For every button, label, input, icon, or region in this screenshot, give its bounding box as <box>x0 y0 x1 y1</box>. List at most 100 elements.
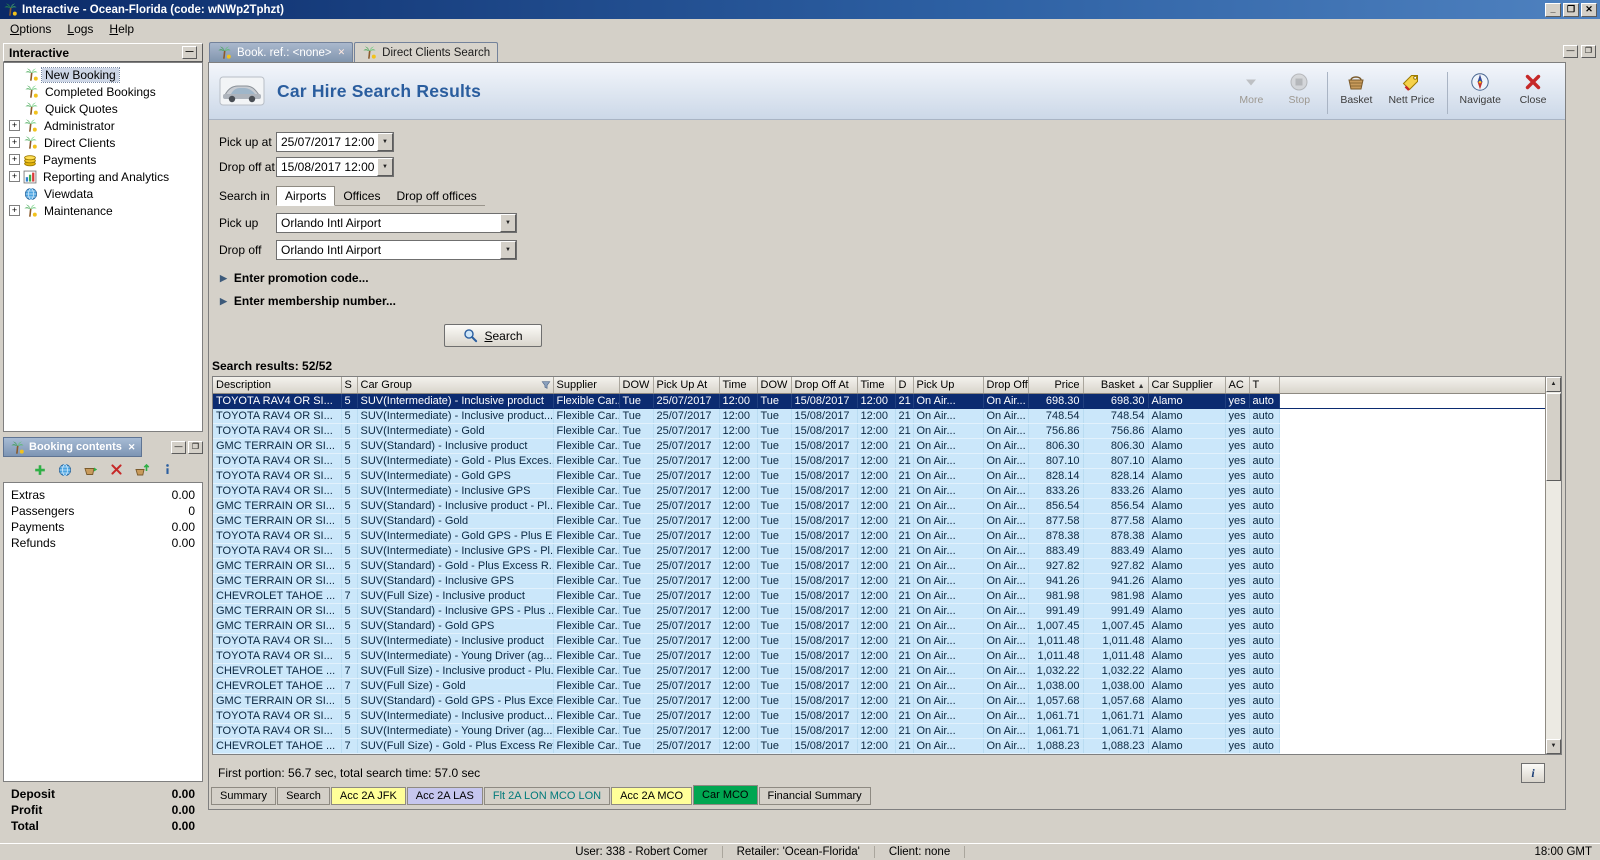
search-button[interactable]: Search <box>444 324 542 347</box>
nett-price-button[interactable]: Nett Price <box>1384 69 1438 106</box>
menu-item-options[interactable]: Options <box>2 21 59 37</box>
menu-item-logs[interactable]: Logs <box>59 21 101 37</box>
dropoff-location-select[interactable]: Orlando Intl Airport ▼ <box>276 240 517 260</box>
column-header-time[interactable]: Time <box>719 377 757 393</box>
column-header-drop-off-at[interactable]: Drop Off At <box>791 377 857 393</box>
result-row[interactable]: TOYOTA RAV4 OR SI...5SUV(Intermediate) -… <box>213 723 1545 738</box>
expand-icon[interactable]: + <box>9 171 20 182</box>
result-row[interactable]: CHEVROLET TAHOE ...7SUV(Full Size) - Gol… <box>213 738 1545 753</box>
column-header-price[interactable]: Price <box>1028 377 1083 393</box>
close-button[interactable]: Close <box>1513 69 1553 106</box>
collapse-panel-icon[interactable]: — <box>182 46 197 59</box>
sidebar-item-direct-clients[interactable]: +Direct Clients <box>4 134 202 151</box>
info-button[interactable]: i <box>1521 763 1545 783</box>
column-header-pick-up-at[interactable]: Pick Up At <box>653 377 719 393</box>
column-header-car-supplier[interactable]: Car Supplier <box>1148 377 1225 393</box>
column-header-supplier[interactable]: Supplier <box>553 377 619 393</box>
bottom-tab-car-mco[interactable]: Car MCO <box>693 785 757 805</box>
expand-icon[interactable]: + <box>9 205 20 216</box>
column-header-ac[interactable]: AC <box>1225 377 1249 393</box>
booking-toolbar-plus-icon[interactable] <box>33 463 47 477</box>
column-header-basket[interactable]: Basket▲ <box>1083 377 1148 393</box>
result-row[interactable]: TOYOTA RAV4 OR SI...5SUV(Intermediate) -… <box>213 468 1545 483</box>
sidebar-item-viewdata[interactable]: Viewdata <box>4 185 202 202</box>
tab-direct-clients-search[interactable]: Direct Clients Search <box>354 42 498 62</box>
result-row[interactable]: GMC TERRAIN OR SI...5SUV(Standard) - Gol… <box>213 693 1545 708</box>
result-row[interactable]: TOYOTA RAV4 OR SI...5SUV(Intermediate) -… <box>213 633 1545 648</box>
result-row[interactable]: CHEVROLET TAHOE ...7SUV(Full Size) - Inc… <box>213 588 1545 603</box>
sidebar-item-administrator[interactable]: +Administrator <box>4 117 202 134</box>
booking-toolbar-info-icon[interactable] <box>161 463 174 476</box>
result-row[interactable]: TOYOTA RAV4 OR SI...5SUV(Intermediate) -… <box>213 648 1545 663</box>
search-in-option-airports[interactable]: Airports <box>276 186 335 206</box>
bottom-tab-acc-2a-mco[interactable]: Acc 2A MCO <box>611 787 692 805</box>
column-header-pick-up[interactable]: Pick Up <box>913 377 983 393</box>
column-header-dow[interactable]: DOW <box>619 377 653 393</box>
pickup-at-select[interactable]: 25/07/2017 12:00 ▼ <box>276 132 394 152</box>
result-row[interactable]: GMC TERRAIN OR SI...5SUV(Standard) - Inc… <box>213 438 1545 453</box>
close-panel-icon[interactable]: ✕ <box>128 442 136 453</box>
result-row[interactable]: TOYOTA RAV4 OR SI...5SUV(Intermediate) -… <box>213 708 1545 723</box>
result-row[interactable]: TOYOTA RAV4 OR SI...5SUV(Intermediate) -… <box>213 543 1545 558</box>
tab-close-icon[interactable]: ✕ <box>338 47 346 58</box>
sidebar-item-quick-quotes[interactable]: Quick Quotes <box>4 100 202 117</box>
result-row[interactable]: GMC TERRAIN OR SI...5SUV(Standard) - Gol… <box>213 513 1545 528</box>
result-row[interactable]: TOYOTA RAV4 OR SI...5SUV(Intermediate) -… <box>213 528 1545 543</box>
column-header-dow[interactable]: DOW <box>757 377 791 393</box>
result-row[interactable]: TOYOTA RAV4 OR SI...5SUV(Intermediate) -… <box>213 408 1545 423</box>
result-row[interactable]: TOYOTA RAV4 OR SI...5SUV(Intermediate) -… <box>213 453 1545 468</box>
booking-toolbar-delete-icon[interactable] <box>110 463 123 476</box>
result-row[interactable]: GMC TERRAIN OR SI...5SUV(Standard) - Inc… <box>213 498 1545 513</box>
result-row[interactable]: GMC TERRAIN OR SI...5SUV(Standard) - Gol… <box>213 558 1545 573</box>
dropoff-at-select[interactable]: 15/08/2017 12:00 ▼ <box>276 157 394 177</box>
navigate-button[interactable]: Navigate <box>1456 69 1505 106</box>
result-row[interactable]: GMC TERRAIN OR SI...5SUV(Standard) - Inc… <box>213 603 1545 618</box>
column-header-time[interactable]: Time <box>857 377 895 393</box>
result-row[interactable]: CHEVROLET TAHOE ...7SUV(Full Size) - Inc… <box>213 663 1545 678</box>
column-header-t[interactable]: T <box>1249 377 1279 393</box>
sidebar-item-payments[interactable]: +Payments <box>4 151 202 168</box>
sidebar-item-new-booking[interactable]: New Booking <box>4 66 202 83</box>
sidebar-item-reporting-and-analytics[interactable]: +Reporting and Analytics <box>4 168 202 185</box>
maximize-button[interactable]: ❐ <box>1563 3 1579 17</box>
scroll-up-icon[interactable]: ▲ <box>1546 377 1561 392</box>
scrollbar-track[interactable] <box>1546 392 1561 739</box>
bottom-tab-financial-summary[interactable]: Financial Summary <box>759 787 871 805</box>
booking-toolbar-globe-icon[interactable] <box>58 463 72 477</box>
bottom-tab-summary[interactable]: Summary <box>211 787 276 805</box>
booking-toolbar-basket-add-icon[interactable] <box>83 462 99 478</box>
bottom-tab-search[interactable]: Search <box>277 787 330 805</box>
scrollbar-thumb[interactable] <box>1546 393 1561 481</box>
menu-item-help[interactable]: Help <box>101 21 142 37</box>
result-row[interactable]: TOYOTA RAV4 OR SI...5SUV(Intermediate) -… <box>213 423 1545 438</box>
minimize-panel-icon[interactable]: — <box>171 441 186 454</box>
chevron-down-icon[interactable]: ▼ <box>500 214 516 232</box>
expand-icon[interactable]: + <box>9 137 20 148</box>
bottom-tab-acc-2a-jfk[interactable]: Acc 2A JFK <box>331 787 406 805</box>
booking-toolbar-basket-up-icon[interactable] <box>134 462 150 478</box>
mdi-restore-icon[interactable]: ❐ <box>1581 45 1596 58</box>
chevron-down-icon[interactable]: ▼ <box>500 241 516 259</box>
scroll-down-icon[interactable]: ▼ <box>1546 739 1561 754</box>
result-row[interactable]: TOYOTA RAV4 OR SI...5SUV(Intermediate) -… <box>213 393 1545 408</box>
sidebar-item-completed-bookings[interactable]: Completed Bookings <box>4 83 202 100</box>
result-row[interactable]: GMC TERRAIN OR SI...5SUV(Standard) - Inc… <box>213 573 1545 588</box>
bottom-tab-acc-2a-las[interactable]: Acc 2A LAS <box>407 787 483 805</box>
mdi-minimize-icon[interactable]: — <box>1563 45 1578 58</box>
column-header-s[interactable]: S <box>341 377 357 393</box>
expand-icon[interactable]: + <box>9 120 20 131</box>
result-row[interactable]: CHEVROLET TAHOE ...7SUV(Full Size) - Gol… <box>213 678 1545 693</box>
search-in-option-offices[interactable]: Offices <box>335 187 388 205</box>
column-header-d[interactable]: D <box>895 377 913 393</box>
column-header-drop-off[interactable]: Drop Off <box>983 377 1028 393</box>
maximize-panel-icon[interactable]: ❐ <box>188 441 203 454</box>
bottom-tab-flt-2a-lon-mco-lon[interactable]: Flt 2A LON MCO LON <box>484 787 610 805</box>
result-row[interactable]: GMC TERRAIN OR SI...5SUV(Standard) - Gol… <box>213 618 1545 633</box>
chevron-down-icon[interactable]: ▼ <box>377 158 393 176</box>
close-button[interactable]: ✕ <box>1581 3 1597 17</box>
column-header-car-group[interactable]: Car Group <box>357 377 553 393</box>
basket-button[interactable]: Basket <box>1336 69 1376 106</box>
sidebar-item-maintenance[interactable]: +Maintenance <box>4 202 202 219</box>
vertical-scrollbar[interactable]: ▲ ▼ <box>1545 377 1561 754</box>
minimize-button[interactable]: _ <box>1545 3 1561 17</box>
